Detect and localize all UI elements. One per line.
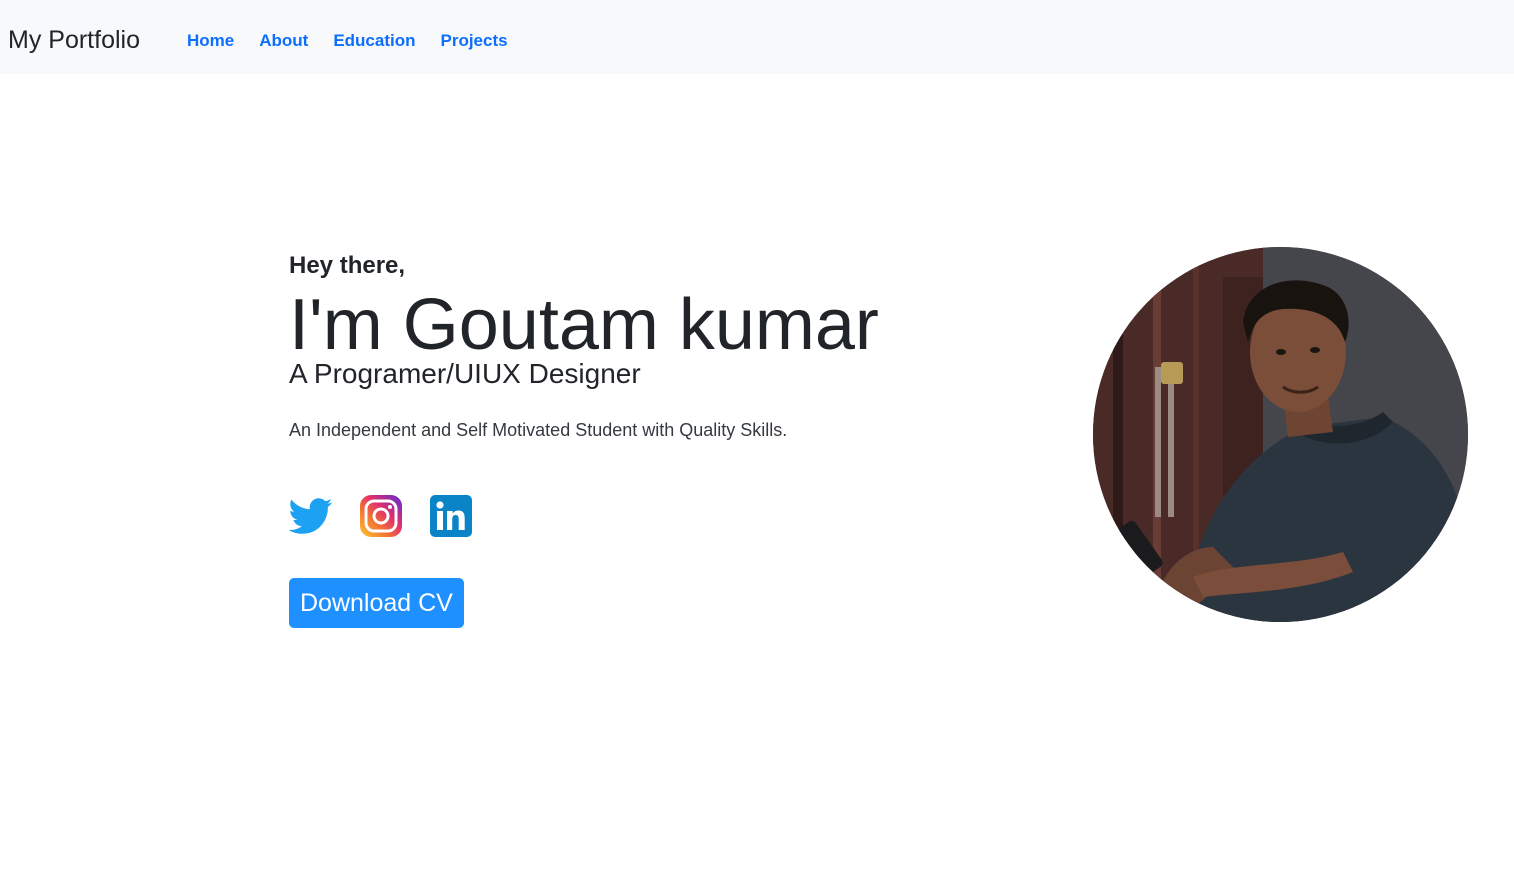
- nav-link-projects[interactable]: Projects: [441, 30, 508, 52]
- nav-link-education[interactable]: Education: [333, 30, 415, 52]
- profile-photo: [1093, 247, 1468, 622]
- hero-role: A Programer/UIUX Designer: [289, 358, 641, 389]
- nav-links: Home About Education Projects: [187, 30, 533, 52]
- social-links: [288, 493, 989, 539]
- nav-link-home[interactable]: Home: [187, 30, 234, 52]
- hero-section: Hey there, I'm Goutam kumar A Programer/…: [288, 250, 989, 628]
- hero-tagline: An Independent and Self Motivated Studen…: [289, 420, 788, 440]
- nav-link-about[interactable]: About: [259, 30, 308, 52]
- instagram-icon[interactable]: [359, 494, 403, 538]
- hero-name: I'm Goutam kumar: [289, 285, 879, 365]
- twitter-icon[interactable]: [288, 494, 333, 538]
- linkedin-icon[interactable]: [429, 494, 473, 538]
- download-cv-button[interactable]: Download CV: [289, 578, 464, 628]
- navbar: My Portfolio Home About Education Projec…: [0, 0, 1514, 74]
- hero-greeting: Hey there,: [289, 252, 406, 279]
- brand-logo-link[interactable]: My Portfolio: [8, 24, 140, 56]
